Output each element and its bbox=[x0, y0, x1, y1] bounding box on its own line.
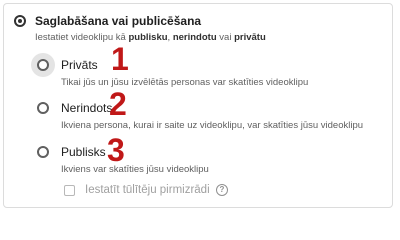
instant-premiere-checkbox[interactable] bbox=[64, 185, 75, 196]
public-option-label[interactable]: Publisks bbox=[61, 145, 106, 159]
unlisted-radio[interactable] bbox=[37, 102, 49, 114]
private-option-label[interactable]: Privāts bbox=[61, 58, 98, 72]
private-radio[interactable] bbox=[37, 59, 49, 71]
annotation-number-1: 1 bbox=[111, 41, 129, 77]
private-option-description: Tikai jūs un jūsu izvēlētās personas var… bbox=[61, 77, 309, 88]
public-radio[interactable] bbox=[37, 146, 49, 158]
unlisted-option-label[interactable]: Nerindots bbox=[61, 101, 112, 115]
annotation-number-3: 3 bbox=[107, 132, 125, 168]
public-option-description: Ikviens var skatīties jūsu videoklipu bbox=[61, 164, 209, 175]
help-icon[interactable]: ? bbox=[216, 184, 228, 196]
section-subtitle: Iestatiet videoklipu kā publisku, nerind… bbox=[35, 32, 266, 43]
section-title: Saglabāšana vai publicēšana bbox=[35, 14, 202, 28]
annotation-number-2: 2 bbox=[109, 86, 127, 122]
save-or-publish-radio[interactable] bbox=[14, 15, 26, 27]
unlisted-option-description: Ikviena persona, kurai ir saite uz video… bbox=[61, 120, 364, 131]
instant-premiere-label[interactable]: Iestatīt tūlītēju pirmizrādi bbox=[85, 184, 210, 196]
